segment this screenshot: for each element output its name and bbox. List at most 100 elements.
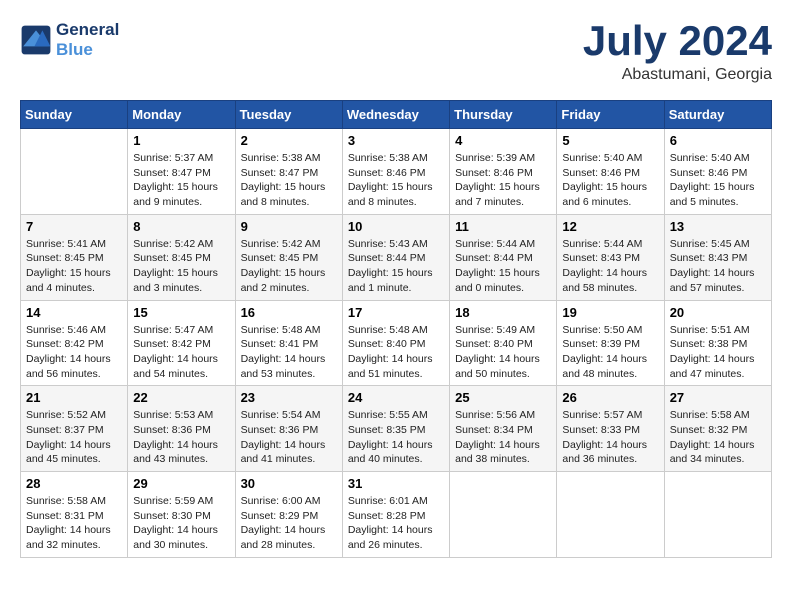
cell-info: Sunrise: 5:44 AM Sunset: 8:44 PM Dayligh… — [455, 237, 551, 296]
calendar-cell: 22 Sunrise: 5:53 AM Sunset: 8:36 PM Dayli… — [128, 386, 235, 472]
day-number: 18 — [455, 305, 551, 320]
cell-info: Sunrise: 5:43 AM Sunset: 8:44 PM Dayligh… — [348, 237, 444, 296]
cell-info: Sunrise: 5:38 AM Sunset: 8:46 PM Dayligh… — [348, 151, 444, 210]
calendar-cell: 10 Sunrise: 5:43 AM Sunset: 8:44 PM Dayli… — [342, 214, 449, 300]
calendar-cell: 12 Sunrise: 5:44 AM Sunset: 8:43 PM Dayli… — [557, 214, 664, 300]
calendar-cell: 24Sunrise: 5:55 AM Sunset: 8:35 PM Dayli… — [342, 386, 449, 472]
calendar-cell: 15 Sunrise: 5:47 AM Sunset: 8:42 PM Dayli… — [128, 300, 235, 386]
day-number: 15 — [133, 305, 229, 320]
logo-icon — [20, 24, 52, 56]
cell-info: Sunrise: 5:37 AM Sunset: 8:47 PM Dayligh… — [133, 151, 229, 210]
day-number: 13 — [670, 219, 766, 234]
day-number: 30 — [241, 476, 337, 491]
weekday-header: Wednesday — [342, 101, 449, 129]
day-number: 31 — [348, 476, 444, 491]
weekday-header: Tuesday — [235, 101, 342, 129]
calendar-cell: 8 Sunrise: 5:42 AM Sunset: 8:45 PM Daylig… — [128, 214, 235, 300]
month-title: July 2024 — [583, 20, 772, 62]
day-number: 8 — [133, 219, 229, 234]
day-number: 2 — [241, 133, 337, 148]
cell-info: Sunrise: 5:53 AM Sunset: 8:36 PM Dayligh… — [133, 408, 229, 467]
day-number: 25 — [455, 390, 551, 405]
calendar-cell: 31 Sunrise: 6:01 AM Sunset: 8:28 PM Dayli… — [342, 472, 449, 558]
weekday-header: Friday — [557, 101, 664, 129]
calendar-week-row: 1 Sunrise: 5:37 AM Sunset: 8:47 PM Daylig… — [21, 129, 772, 215]
day-number: 29 — [133, 476, 229, 491]
cell-info: Sunrise: 5:58 AM Sunset: 8:32 PM Dayligh… — [670, 408, 766, 467]
weekday-header: Monday — [128, 101, 235, 129]
cell-info: Sunrise: 5:40 AM Sunset: 8:46 PM Dayligh… — [670, 151, 766, 210]
day-number: 26 — [562, 390, 658, 405]
day-number: 4 — [455, 133, 551, 148]
calendar-cell: 17 Sunrise: 5:48 AM Sunset: 8:40 PM Dayli… — [342, 300, 449, 386]
calendar-cell: 2 Sunrise: 5:38 AM Sunset: 8:47 PM Daylig… — [235, 129, 342, 215]
calendar-cell: 1 Sunrise: 5:37 AM Sunset: 8:47 PM Daylig… — [128, 129, 235, 215]
calendar-cell — [557, 472, 664, 558]
cell-info: Sunrise: 5:52 AM Sunset: 8:37 PM Dayligh… — [26, 408, 122, 467]
weekday-header: Thursday — [450, 101, 557, 129]
cell-info: Sunrise: 5:58 AM Sunset: 8:31 PM Dayligh… — [26, 494, 122, 553]
calendar-cell: 9Sunrise: 5:42 AM Sunset: 8:45 PM Daylig… — [235, 214, 342, 300]
day-number: 27 — [670, 390, 766, 405]
cell-info: Sunrise: 5:48 AM Sunset: 8:40 PM Dayligh… — [348, 323, 444, 382]
calendar-cell: 14 Sunrise: 5:46 AM Sunset: 8:42 PM Dayli… — [21, 300, 128, 386]
calendar-week-row: 14 Sunrise: 5:46 AM Sunset: 8:42 PM Dayli… — [21, 300, 772, 386]
calendar-cell: 18 Sunrise: 5:49 AM Sunset: 8:40 PM Dayli… — [450, 300, 557, 386]
day-number: 10 — [348, 219, 444, 234]
calendar-cell: 28 Sunrise: 5:58 AM Sunset: 8:31 PM Dayli… — [21, 472, 128, 558]
day-number: 19 — [562, 305, 658, 320]
cell-info: Sunrise: 6:01 AM Sunset: 8:28 PM Dayligh… — [348, 494, 444, 553]
cell-info: Sunrise: 5:59 AM Sunset: 8:30 PM Dayligh… — [133, 494, 229, 553]
cell-info: Sunrise: 5:48 AM Sunset: 8:41 PM Dayligh… — [241, 323, 337, 382]
calendar-cell — [664, 472, 771, 558]
day-number: 21 — [26, 390, 122, 405]
day-number: 14 — [26, 305, 122, 320]
cell-info: Sunrise: 5:50 AM Sunset: 8:39 PM Dayligh… — [562, 323, 658, 382]
cell-info: Sunrise: 5:38 AM Sunset: 8:47 PM Dayligh… — [241, 151, 337, 210]
cell-info: Sunrise: 5:46 AM Sunset: 8:42 PM Dayligh… — [26, 323, 122, 382]
calendar-cell: 20 Sunrise: 5:51 AM Sunset: 8:38 PM Dayli… — [664, 300, 771, 386]
page-header: General Blue July 2024 Abastumani, Georg… — [20, 20, 772, 84]
cell-info: Sunrise: 5:44 AM Sunset: 8:43 PM Dayligh… — [562, 237, 658, 296]
cell-info: Sunrise: 5:54 AM Sunset: 8:36 PM Dayligh… — [241, 408, 337, 467]
calendar-cell: 5Sunrise: 5:40 AM Sunset: 8:46 PM Daylig… — [557, 129, 664, 215]
cell-info: Sunrise: 5:40 AM Sunset: 8:46 PM Dayligh… — [562, 151, 658, 210]
calendar-cell: 29 Sunrise: 5:59 AM Sunset: 8:30 PM Dayli… — [128, 472, 235, 558]
calendar-cell: 7 Sunrise: 5:41 AM Sunset: 8:45 PM Daylig… — [21, 214, 128, 300]
day-number: 12 — [562, 219, 658, 234]
calendar-cell: 25 Sunrise: 5:56 AM Sunset: 8:34 PM Dayli… — [450, 386, 557, 472]
day-number: 16 — [241, 305, 337, 320]
cell-info: Sunrise: 5:49 AM Sunset: 8:40 PM Dayligh… — [455, 323, 551, 382]
logo-text: General Blue — [56, 20, 119, 61]
calendar-cell: 26Sunrise: 5:57 AM Sunset: 8:33 PM Dayli… — [557, 386, 664, 472]
day-number: 22 — [133, 390, 229, 405]
cell-info: Sunrise: 5:41 AM Sunset: 8:45 PM Dayligh… — [26, 237, 122, 296]
cell-info: Sunrise: 5:45 AM Sunset: 8:43 PM Dayligh… — [670, 237, 766, 296]
day-number: 20 — [670, 305, 766, 320]
day-number: 1 — [133, 133, 229, 148]
calendar-cell: 23 Sunrise: 5:54 AM Sunset: 8:36 PM Dayli… — [235, 386, 342, 472]
calendar-cell: 16 Sunrise: 5:48 AM Sunset: 8:41 PM Dayli… — [235, 300, 342, 386]
cell-info: Sunrise: 5:47 AM Sunset: 8:42 PM Dayligh… — [133, 323, 229, 382]
day-number: 28 — [26, 476, 122, 491]
title-block: July 2024 Abastumani, Georgia — [583, 20, 772, 84]
calendar-cell: 4 Sunrise: 5:39 AM Sunset: 8:46 PM Daylig… — [450, 129, 557, 215]
cell-info: Sunrise: 5:55 AM Sunset: 8:35 PM Dayligh… — [348, 408, 444, 467]
calendar-cell: 13 Sunrise: 5:45 AM Sunset: 8:43 PM Dayli… — [664, 214, 771, 300]
calendar-cell — [450, 472, 557, 558]
calendar-cell: 27 Sunrise: 5:58 AM Sunset: 8:32 PM Dayli… — [664, 386, 771, 472]
day-number: 17 — [348, 305, 444, 320]
cell-info: Sunrise: 5:51 AM Sunset: 8:38 PM Dayligh… — [670, 323, 766, 382]
cell-info: Sunrise: 5:39 AM Sunset: 8:46 PM Dayligh… — [455, 151, 551, 210]
day-number: 9 — [241, 219, 337, 234]
weekday-header-row: SundayMondayTuesdayWednesdayThursdayFrid… — [21, 101, 772, 129]
cell-info: Sunrise: 5:56 AM Sunset: 8:34 PM Dayligh… — [455, 408, 551, 467]
weekday-header: Sunday — [21, 101, 128, 129]
calendar-week-row: 28 Sunrise: 5:58 AM Sunset: 8:31 PM Dayli… — [21, 472, 772, 558]
day-number: 23 — [241, 390, 337, 405]
day-number: 7 — [26, 219, 122, 234]
cell-info: Sunrise: 6:00 AM Sunset: 8:29 PM Dayligh… — [241, 494, 337, 553]
cell-info: Sunrise: 5:42 AM Sunset: 8:45 PM Dayligh… — [133, 237, 229, 296]
calendar-cell: 19 Sunrise: 5:50 AM Sunset: 8:39 PM Dayli… — [557, 300, 664, 386]
calendar-cell: 21 Sunrise: 5:52 AM Sunset: 8:37 PM Dayli… — [21, 386, 128, 472]
